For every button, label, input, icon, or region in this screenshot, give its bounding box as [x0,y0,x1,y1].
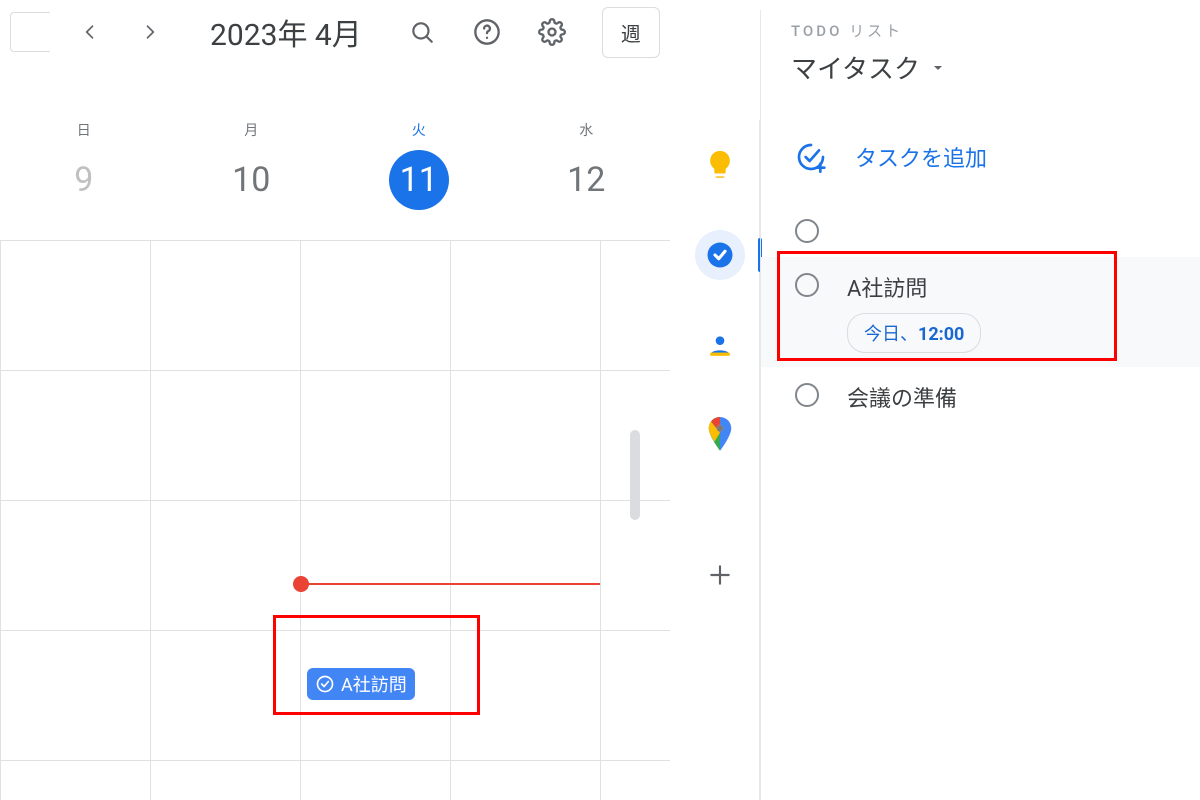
tasks-icon[interactable] [695,230,745,280]
calendar-area: 日 9 月 10 火 11 水 12 A社訪問 [0,120,670,800]
task-title: 会議の準備 [847,381,957,413]
maps-icon[interactable] [695,410,745,460]
next-button[interactable] [130,12,170,52]
event-task-visit[interactable]: A社訪問 [307,668,415,700]
add-task-button[interactable]: タスクを追加 [795,141,1190,173]
dow-label: 日 [0,120,168,140]
side-panel-rail [680,120,760,800]
tasks-panel-title: TODO リスト [791,20,1190,41]
caret-down-icon [930,60,946,76]
dow-label: 水 [503,120,671,140]
menu-button-truncated[interactable] [10,12,50,52]
day-header-wed[interactable]: 水 12 [503,120,671,240]
task-checkbox[interactable] [795,383,819,407]
time-grid[interactable]: A社訪問 [0,240,670,800]
day-header-sun[interactable]: 日 9 [0,120,168,240]
now-indicator-dot [293,576,309,592]
task-item-empty[interactable] [791,203,1190,257]
task-check-icon [315,674,335,694]
day-number: 11 [389,150,449,210]
help-icon[interactable] [467,12,507,52]
day-number: 10 [221,150,281,210]
now-indicator-line [300,583,600,585]
dow-label: 火 [335,120,503,140]
task-checkbox[interactable] [795,273,819,297]
add-task-label: タスクを追加 [855,141,987,173]
day-number: 9 [54,150,114,210]
event-title: A社訪問 [341,671,407,697]
tasks-list-selector[interactable]: マイタスク [791,49,1190,86]
tasks-list-name: マイタスク [791,49,920,86]
task-list: A社訪問 今日、12:00 会議の準備 [791,203,1190,427]
header-actions [402,12,572,52]
task-title: A社訪問 [847,271,981,303]
tasks-panel: TODO リスト マイタスク タスクを追加 A社訪問 今日、12:00 [760,10,1200,800]
keep-icon[interactable] [695,140,745,190]
task-date-pill[interactable]: 今日、12:00 [847,313,981,353]
view-selector-label: 週 [621,22,641,46]
date-nav [70,12,170,52]
settings-icon[interactable] [532,12,572,52]
day-number: 12 [556,150,616,210]
task-item-prepare[interactable]: 会議の準備 [791,367,1190,427]
search-icon[interactable] [402,12,442,52]
scrollbar[interactable] [630,430,640,520]
day-header-tue-today[interactable]: 火 11 [335,120,503,240]
contacts-icon[interactable] [695,320,745,370]
day-header-mon[interactable]: 月 10 [168,120,336,240]
task-checkbox[interactable] [795,219,819,243]
add-task-icon [795,141,827,173]
date-title: 2023年 4月 [210,10,362,54]
prev-button[interactable] [70,12,110,52]
add-addon-icon[interactable] [695,550,745,600]
dow-label: 月 [168,120,336,140]
view-selector[interactable]: 週 [602,7,660,58]
day-headers: 日 9 月 10 火 11 水 12 [0,120,670,240]
task-item-visit[interactable]: A社訪問 今日、12:00 [761,257,1200,367]
